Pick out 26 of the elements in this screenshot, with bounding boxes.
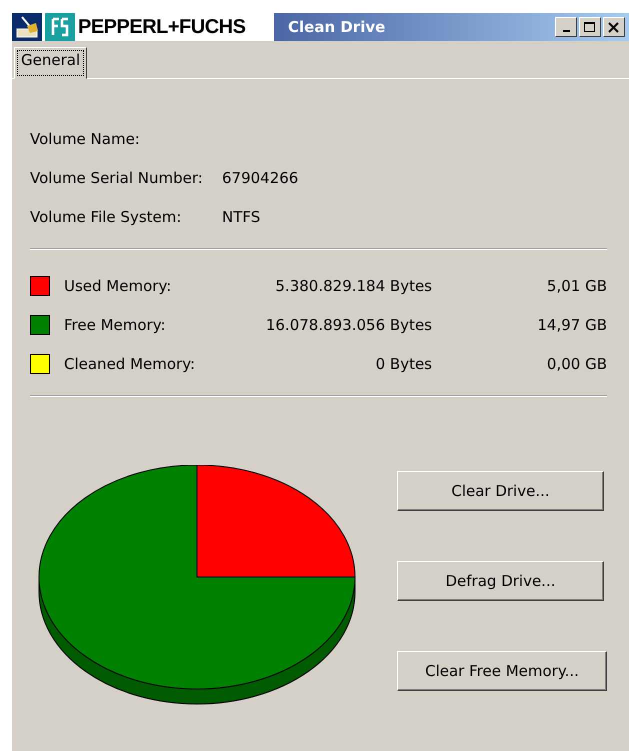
info-label: Volume Name: bbox=[30, 130, 141, 148]
close-icon bbox=[608, 22, 620, 32]
memory-size: 5,01 GB bbox=[546, 276, 607, 294]
memory-bytes: 0 Bytes bbox=[374, 354, 432, 372]
memory-label: Used Memory: bbox=[64, 276, 172, 294]
memory-label: Cleaned Memory: bbox=[64, 354, 196, 372]
memory-size: 0,00 GB bbox=[546, 354, 607, 372]
minimize-icon bbox=[562, 30, 570, 32]
maximize-button[interactable] bbox=[579, 17, 601, 37]
action-button[interactable]: Clear Free Memory... bbox=[397, 651, 607, 691]
info-label: Volume Serial Number: bbox=[30, 168, 204, 186]
memory-bytes: 5.380.829.184 Bytes bbox=[274, 276, 432, 294]
minimize-button[interactable] bbox=[555, 17, 577, 37]
logo-text: PEPPERL+FUCHS bbox=[78, 16, 246, 38]
tab[interactable]: General bbox=[14, 47, 88, 79]
maximize-icon bbox=[584, 22, 596, 32]
info-value: 67904266 bbox=[222, 168, 298, 186]
info-value: NTFS bbox=[222, 208, 260, 226]
window-title: Clean Drive bbox=[288, 18, 386, 36]
action-button[interactable]: Defrag Drive... bbox=[397, 561, 604, 601]
close-button[interactable] bbox=[603, 17, 625, 37]
memory-bytes: 16.078.893.056 Bytes bbox=[264, 316, 432, 334]
action-button[interactable]: Clear Drive... bbox=[397, 471, 604, 511]
memory-label: Free Memory: bbox=[64, 316, 167, 334]
info-label: Volume File System: bbox=[30, 208, 182, 226]
memory-size: 14,97 GB bbox=[536, 316, 607, 334]
